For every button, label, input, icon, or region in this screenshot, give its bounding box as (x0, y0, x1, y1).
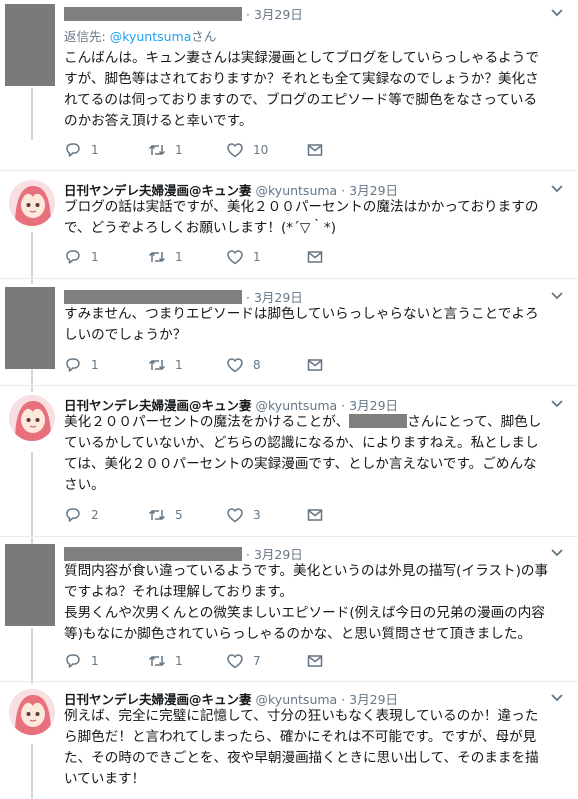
thread-line (31, 232, 33, 284)
redacted-name (64, 290, 242, 304)
tweet-text: すみません、つまりエピソードは脚色していらっしゃらないと言うことでよろ しいので… (64, 306, 539, 343)
avatar-illustration (9, 689, 55, 735)
envelope-icon (307, 509, 323, 521)
tweet-header: · 3月29日 (64, 4, 303, 23)
reply-icon (66, 143, 80, 157)
reply-button[interactable]: 1 (64, 652, 99, 670)
chevron-down-icon[interactable] (550, 548, 564, 558)
tweet-text: こんばんは。キュン妻さんは実録漫画としてブログをしていらっしゃるようで すが、脚… (64, 50, 539, 129)
tweet-date[interactable]: 3月29日 (349, 692, 398, 707)
avatar[interactable] (9, 180, 55, 226)
tweet-date[interactable]: 3月29日 (254, 547, 303, 562)
reply-button[interactable]: 1 (64, 356, 99, 374)
redacted-mention (349, 414, 408, 428)
tweet-date[interactable]: 3月29日 (349, 398, 398, 413)
reply-icon (66, 358, 80, 372)
retweet-icon (148, 252, 166, 262)
reply-button[interactable]: 1 (64, 141, 99, 159)
avatar-illustration (9, 180, 55, 226)
redacted-name (64, 7, 242, 21)
divider (0, 278, 578, 279)
envelope-icon (307, 359, 323, 371)
tweet-text: ブログの話は実話ですが、美化２００パーセントの魔法はかかっておりますの で、どう… (64, 199, 539, 236)
tweet-date[interactable]: 3月29日 (254, 290, 303, 305)
replying-to: 返信先: @kyuntsumaさん (64, 29, 217, 44)
retweet-button[interactable]: 5 (148, 506, 183, 524)
retweet-icon (148, 360, 166, 370)
chevron-down-icon[interactable] (550, 8, 564, 18)
avatar-illustration (9, 395, 55, 441)
reply-icon (66, 508, 80, 522)
heart-icon (227, 654, 243, 669)
retweet-icon (148, 145, 166, 155)
tweet-date[interactable]: 3月29日 (349, 183, 398, 198)
user-handle[interactable]: @kyuntsuma (256, 183, 338, 198)
envelope-icon (307, 655, 323, 667)
tweet-date[interactable]: 3月29日 (254, 7, 303, 22)
chevron-down-icon[interactable] (550, 184, 564, 194)
like-button[interactable]: 1 (226, 248, 261, 266)
reply-button[interactable]: 1 (64, 248, 99, 266)
display-name[interactable]: 日刊ヤンデレ夫婦漫画@キュン妻 (64, 692, 252, 707)
display-name[interactable]: 日刊ヤンデレ夫婦漫画@キュン妻 (64, 183, 252, 198)
retweet-button[interactable]: 1 (148, 141, 183, 159)
envelope-icon (307, 144, 323, 156)
thread-line (31, 452, 33, 544)
avatar-redacted[interactable] (5, 544, 55, 626)
heart-icon (227, 143, 243, 158)
envelope-icon (307, 251, 323, 263)
message-button[interactable] (306, 141, 324, 159)
avatar[interactable] (9, 395, 55, 441)
reply-button[interactable]: 2 (64, 506, 99, 524)
message-button[interactable] (306, 506, 324, 524)
avatar[interactable] (9, 689, 55, 735)
display-name[interactable]: 日刊ヤンデレ夫婦漫画@キュン妻 (64, 398, 252, 413)
reply-icon (66, 654, 80, 668)
tweet-text: 美化２００パーセントの魔法をかけることが、 さんにとって、脚色し ているかしていな… (64, 414, 542, 493)
heart-icon (227, 508, 243, 523)
divider (0, 385, 578, 386)
message-button[interactable] (306, 652, 324, 670)
chevron-down-icon[interactable] (550, 399, 564, 409)
thread-line (31, 744, 33, 799)
tweet-text: 質問内容が食い違っているようです。美化というのは外見の描写(イラスト)の事 です… (64, 563, 549, 642)
like-button[interactable]: 7 (226, 652, 261, 670)
chevron-down-icon[interactable] (550, 693, 564, 703)
like-button[interactable]: 8 (226, 356, 261, 374)
retweet-button[interactable]: 1 (148, 248, 183, 266)
retweet-button[interactable]: 1 (148, 652, 183, 670)
thread-line (31, 88, 33, 140)
retweet-icon (148, 656, 166, 666)
reply-icon (66, 250, 80, 264)
chevron-down-icon[interactable] (550, 291, 564, 301)
divider (0, 681, 578, 682)
heart-icon (227, 358, 243, 373)
avatar-redacted[interactable] (5, 4, 55, 86)
retweet-icon (148, 510, 166, 520)
thread-line (31, 628, 33, 684)
retweet-button[interactable]: 1 (148, 356, 183, 374)
avatar-redacted[interactable] (5, 287, 55, 369)
message-button[interactable] (306, 248, 324, 266)
tweet-text: 例えば、完全に完璧に記憶して、寸分の狂いもなく表現しているのか！違った ら脚色だ… (64, 708, 539, 787)
redacted-name (64, 547, 242, 561)
like-button[interactable]: 3 (226, 506, 261, 524)
thread-line (31, 368, 33, 392)
user-handle[interactable]: @kyuntsuma (256, 692, 338, 707)
heart-icon (227, 250, 243, 265)
divider (0, 536, 578, 537)
user-handle[interactable]: @kyuntsuma (256, 398, 338, 413)
replying-handle-link[interactable]: @kyuntsuma (110, 29, 192, 44)
message-button[interactable] (306, 356, 324, 374)
divider (0, 170, 578, 171)
like-button[interactable]: 10 (226, 141, 268, 159)
